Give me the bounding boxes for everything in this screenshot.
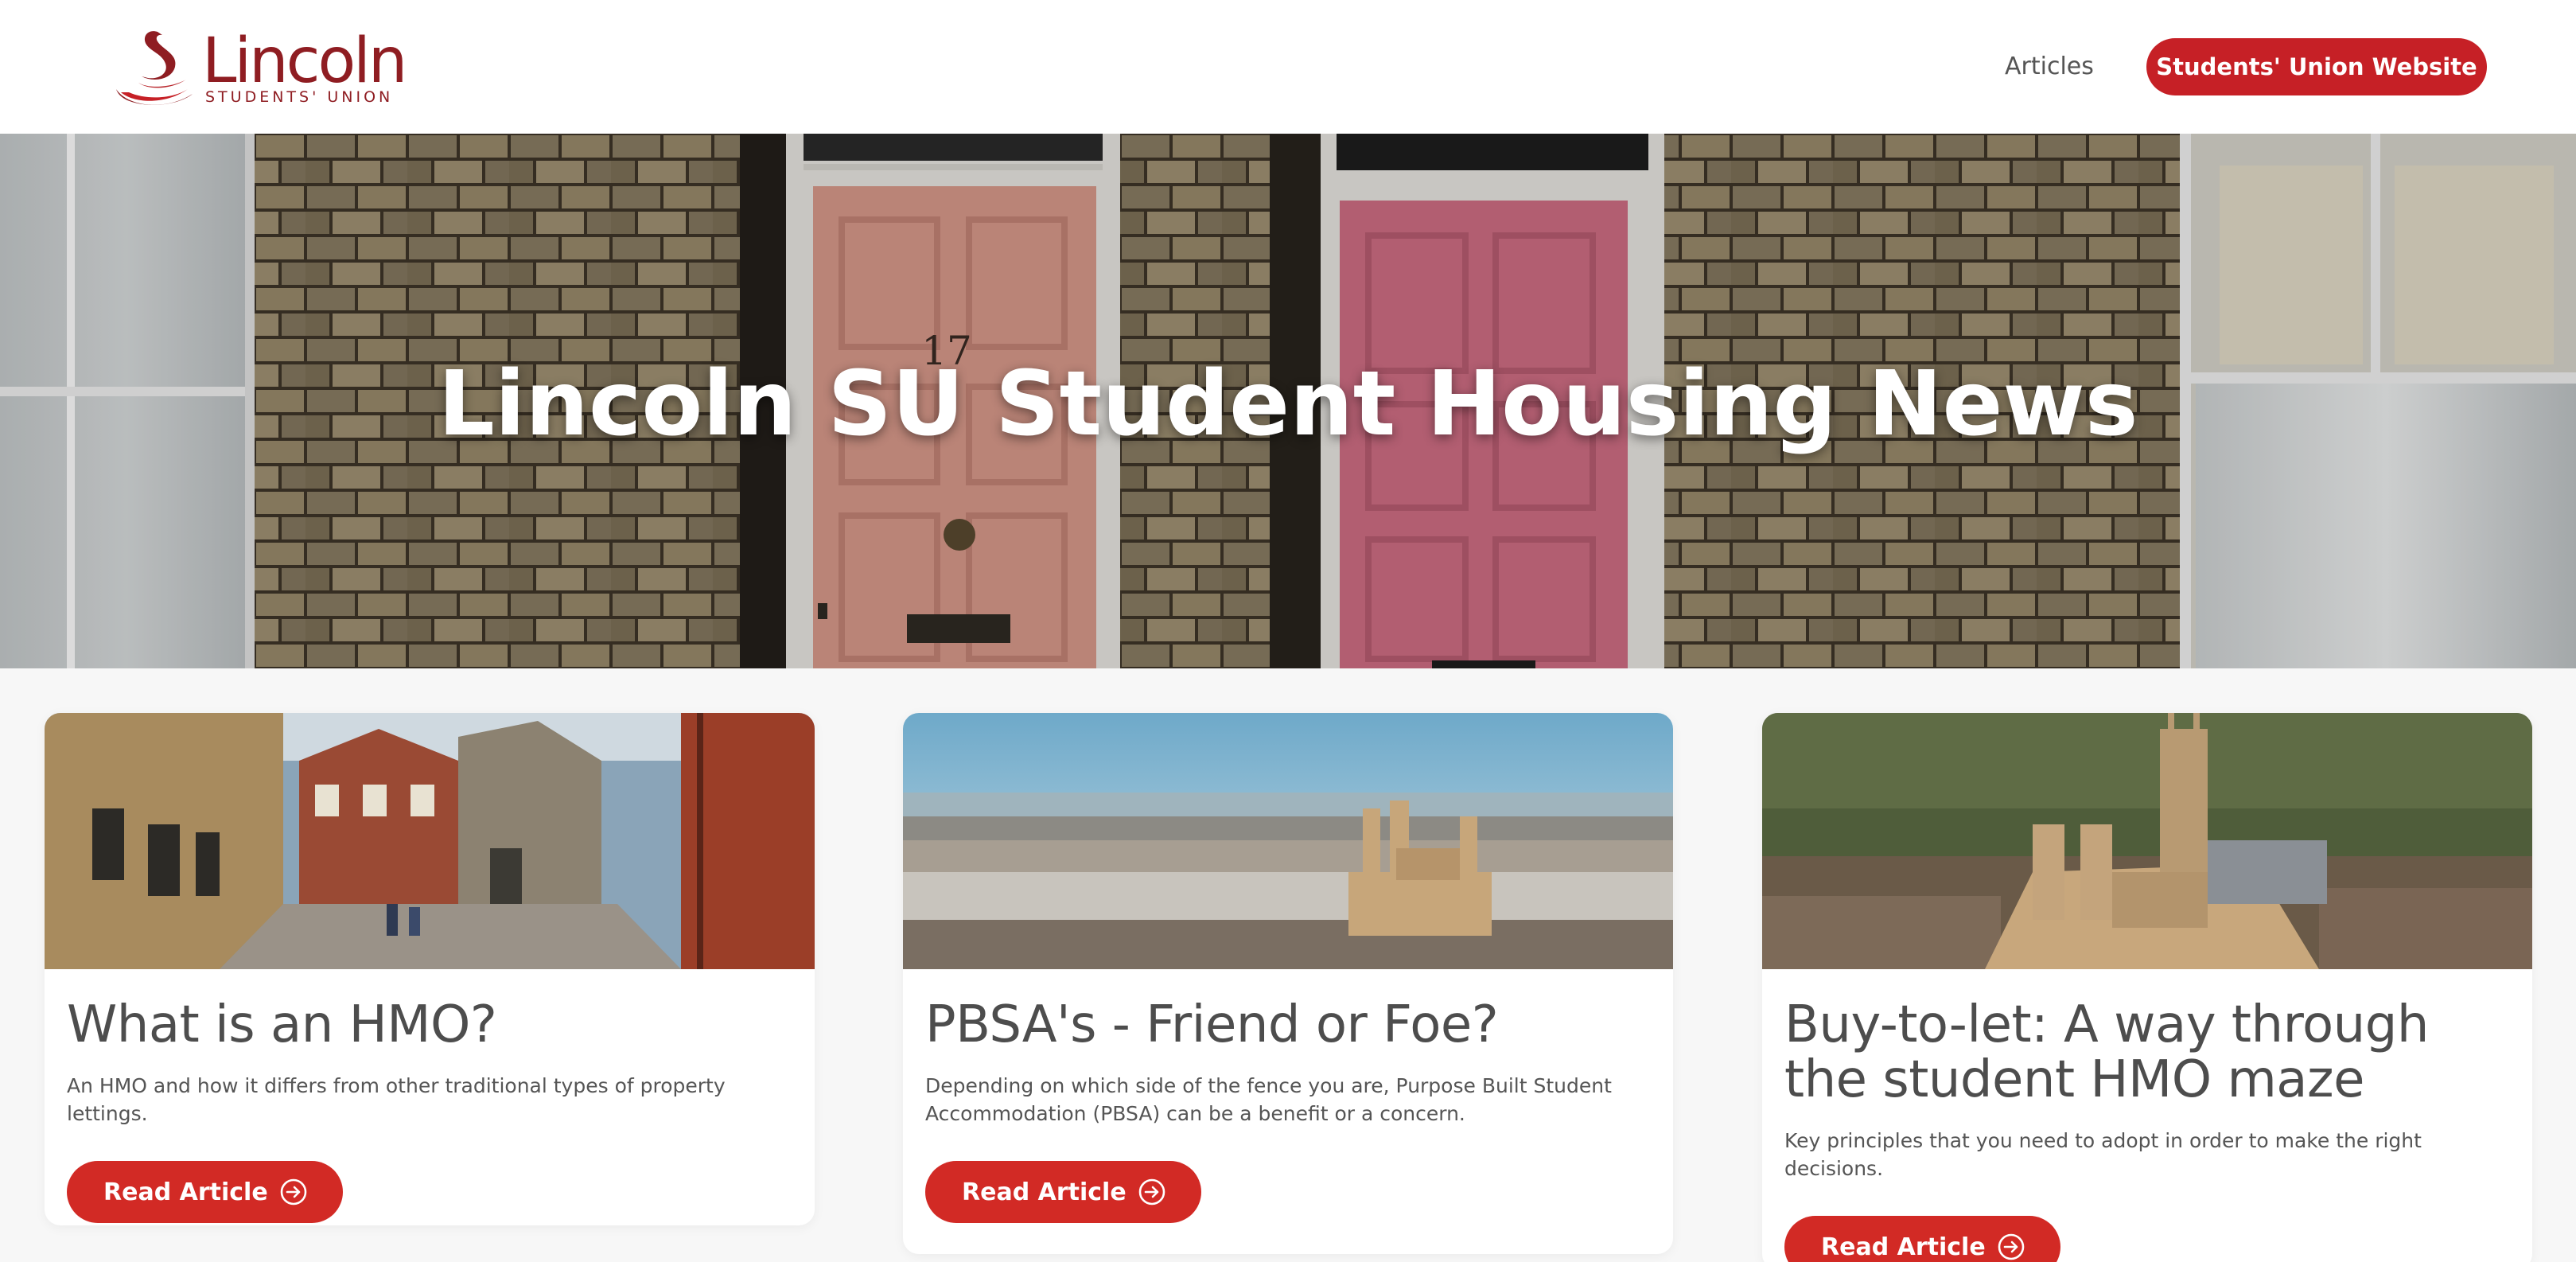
lincoln-aerial-snow-photo xyxy=(903,713,1673,969)
card-description: Depending on which side of the fence you… xyxy=(925,1074,1612,1125)
site-header: Lincoln STUDENTS' UNION Articles Student… xyxy=(0,0,2576,134)
article-card-buy-to-let: Buy-to-let: A way through the student HM… xyxy=(1762,713,2532,1262)
logo-subtitle: STUDENTS' UNION xyxy=(205,88,394,106)
card-description: Key principles that you need to adopt in… xyxy=(1784,1129,2422,1180)
swan-logo-icon xyxy=(116,31,193,105)
read-article-button[interactable]: Read Article xyxy=(925,1161,1201,1223)
article-card-pbsa: PBSA's - Friend or Foe? Depending on whi… xyxy=(903,713,1673,1254)
nav-articles-link[interactable]: Articles xyxy=(2005,46,2094,88)
steep-hill-photo xyxy=(45,713,815,969)
arrow-right-circle-icon xyxy=(280,1178,306,1206)
logo-wordmark: Lincoln xyxy=(202,25,407,97)
hero-banner: 17 Lincoln SU Student Housing News xyxy=(0,134,2576,668)
card-image-cathedral[interactable] xyxy=(1762,713,2532,969)
card-description: An HMO and how it differs from other tra… xyxy=(67,1074,726,1125)
read-article-label: Read Article xyxy=(962,1178,1127,1206)
article-card-hmo: What is an HMO? An HMO and how it differ… xyxy=(45,713,815,1225)
arrow-right-circle-icon xyxy=(1998,1233,2024,1260)
read-article-label: Read Article xyxy=(1821,1233,1986,1261)
card-image-lincoln-snow[interactable] xyxy=(903,713,1673,969)
card-title[interactable]: Buy-to-let: A way through the student HM… xyxy=(1784,998,2510,1108)
read-article-button[interactable]: Read Article xyxy=(67,1161,343,1223)
students-union-website-button[interactable]: Students' Union Website xyxy=(2146,38,2487,95)
read-article-label: Read Article xyxy=(103,1178,268,1206)
arrow-right-circle-icon xyxy=(1138,1178,1165,1206)
card-title[interactable]: PBSA's - Friend or Foe? xyxy=(925,998,1651,1053)
card-image-steep-hill[interactable] xyxy=(45,713,815,969)
lincoln-su-logo[interactable]: Lincoln STUDENTS' UNION xyxy=(110,27,407,115)
read-article-button[interactable]: Read Article xyxy=(1784,1216,2060,1262)
cathedral-aerial-photo xyxy=(1762,713,2532,969)
hero-title: Lincoln SU Student Housing News xyxy=(438,353,2138,456)
card-title[interactable]: What is an HMO? xyxy=(67,998,792,1053)
